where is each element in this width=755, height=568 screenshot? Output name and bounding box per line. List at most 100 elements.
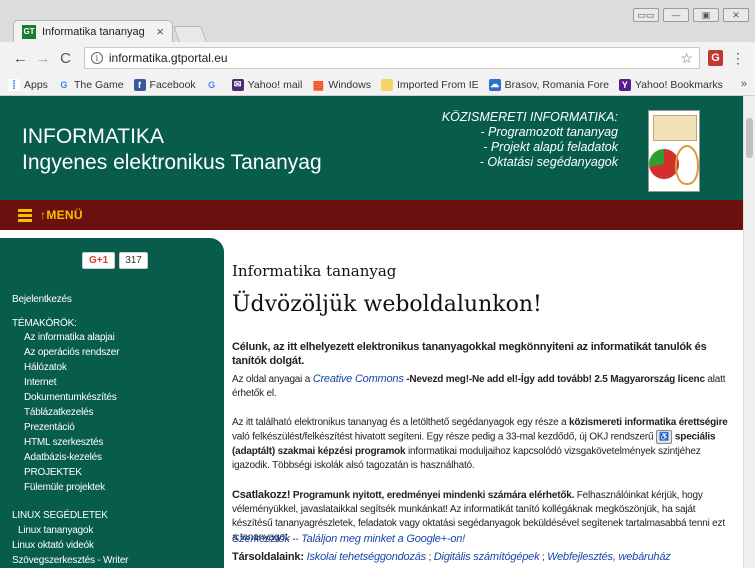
bookmark-label: Yahoo! mail (247, 78, 303, 91)
bookmark-label: Brasov, Romania Fore (504, 78, 609, 91)
separator: ; (539, 552, 548, 563)
yahoo-icon: Y (618, 78, 631, 91)
bookmark-imported-from-ie[interactable]: Imported From IE (380, 78, 479, 91)
browser-toolbar: ← → C i informatika.gtportal.eu ☆ G ⋮ (0, 42, 755, 74)
browser-tab-active[interactable]: GT Informatika tananyag × (13, 20, 173, 42)
bookmark-star-icon[interactable]: ☆ (680, 50, 693, 67)
folder-icon (380, 78, 393, 91)
promo-line: - Oktatási segédanyagok (479, 155, 618, 169)
sidebar: G+1 317 Bejelentkezés TÉMAKÖRÖK: Az info… (0, 238, 224, 568)
description-text: való felkészülést/felkészítést hivatott … (232, 431, 656, 443)
google-plus-count: 317 (119, 252, 148, 269)
bookmark-apps[interactable]: ⁞ Apps (8, 78, 48, 92)
page-scrollbar[interactable] (743, 96, 755, 568)
social-buttons: G+1 317 (82, 252, 148, 269)
sidebar-item-halozatok[interactable]: Hálózatok (24, 362, 67, 373)
address-bar[interactable]: i informatika.gtportal.eu ☆ (83, 47, 700, 69)
sidebar-item-tablazatkezeles[interactable]: Táblázatkezelés (24, 407, 93, 418)
bookmark-the-game[interactable]: G The Game (58, 79, 123, 91)
window-switch-icon[interactable]: ▭▭ (633, 8, 659, 22)
bookmark-yahoo-bookmarks[interactable]: Y Yahoo! Bookmarks (618, 78, 723, 91)
sidebar-item-fulemule-projektek[interactable]: Fülemüle projektek (24, 482, 105, 493)
partner-link[interactable]: Digitális számítógépek (434, 551, 540, 563)
goal-text: Célunk, az itt elhelyezett elektronikus … (232, 341, 707, 367)
info-icon[interactable]: i (90, 52, 103, 64)
license-text: Az oldal anyagai a (232, 374, 313, 385)
license-paragraph: Az oldal anyagai a Creative Commons -Nev… (232, 372, 732, 401)
sidebar-item-informatika-alapjai[interactable]: Az informatika alapjai (24, 332, 115, 343)
description-paragraph: Az itt található elektronikus tananyag é… (232, 416, 732, 473)
close-window-button[interactable]: ✕ (723, 8, 749, 22)
bookmark-brasov-weather[interactable]: ☁ Brasov, Romania Fore (488, 78, 609, 91)
sidebar-item-adatbazis-kezeles[interactable]: Adatbázis-kezelés (24, 452, 102, 463)
license-name: -Nevezd meg!-Ne add el!-Így add tovább! … (403, 374, 705, 385)
url-text[interactable]: informatika.gtportal.eu (109, 51, 681, 65)
site-logo[interactable] (648, 110, 700, 192)
partner-link[interactable]: Iskolai tehetséggondozás (307, 551, 427, 563)
sidebar-item-linux-videok[interactable]: Linux oktató videók (12, 540, 94, 551)
google-plus-one-button[interactable]: G+1 (82, 252, 116, 269)
site-subtitle: Ingyenes elektronikus Tananyag (22, 151, 322, 174)
partners-label: Társoldalaink: (232, 551, 307, 563)
promo-heading: KÖZISMERETI INFORMATIKA: (441, 110, 618, 124)
bookmarks-overflow-chevron-icon[interactable]: » (741, 78, 747, 90)
description-text: Az itt található elektronikus tananyag é… (232, 417, 570, 428)
sidebar-item-projektek[interactable]: PROJEKTEK (24, 467, 82, 478)
google-g-icon: G (60, 79, 68, 90)
partner-link[interactable]: Webfejlesztés, webáruház (547, 551, 671, 563)
join-heading: Csatlakozz! (232, 489, 291, 501)
links-line: Szerkesztők -- Találjon meg minket a Goo… (232, 532, 732, 547)
maximize-button[interactable]: ▣ (693, 8, 719, 22)
editors-link[interactable]: Szerkesztők (232, 533, 290, 545)
sidebar-item-dokumentumkeszites[interactable]: Dokumentumkészítés (24, 392, 117, 403)
menu-button[interactable]: ↑MENÜ (40, 208, 83, 222)
tab-title: Informatika tananyag (42, 25, 145, 38)
extension-icon[interactable]: G (707, 50, 723, 66)
site-favicon-icon: GT (22, 24, 36, 39)
logo-face-icon (675, 145, 699, 185)
sidebar-item-html-szerkesztes[interactable]: HTML szerkesztés (24, 437, 103, 448)
new-tab-button[interactable] (173, 26, 207, 42)
sidebar-item-writer[interactable]: Szövegszerkesztés - Writer (12, 555, 129, 566)
bookmarks-bar: ⁞ Apps G The Game f Facebook G ✉ Yahoo! … (0, 74, 755, 96)
separator: ; (425, 552, 434, 563)
welcome-heading: Üdvözöljük weboldalunkon! (232, 292, 542, 317)
bookmark-windows[interactable]: ▦ Windows (312, 77, 371, 92)
bookmark-facebook[interactable]: f Facebook (133, 78, 196, 91)
bookmark-yahoo-mail[interactable]: ✉ Yahoo! mail (231, 78, 303, 91)
weather-icon: ☁ (488, 78, 501, 91)
bookmark-label: Windows (328, 78, 371, 91)
tab-close-icon[interactable]: × (156, 24, 164, 39)
bookmark-label: Yahoo! Bookmarks (634, 78, 723, 91)
google-plus-link[interactable]: Találjon meg minket a Google+-on! (301, 533, 465, 545)
forward-arrow-icon[interactable]: → (33, 50, 54, 67)
promo-line: - Programozott tananyag (480, 125, 618, 139)
site-title[interactable]: INFORMATIKA (22, 124, 164, 149)
site-header: INFORMATIKA Ingyenes elektronikus Tanany… (0, 96, 743, 200)
windows-icon: ▦ (312, 77, 325, 92)
facebook-icon: f (133, 78, 146, 91)
mail-icon: ✉ (231, 78, 244, 91)
description-bold: közismereti informatika érettségire (569, 417, 728, 428)
header-promo: KÖZISMERETI INFORMATIKA: - Programozott … (408, 110, 618, 170)
hamburger-icon[interactable] (18, 209, 32, 222)
minimize-button[interactable]: — (663, 8, 689, 22)
login-link[interactable]: Bejelentkezés (12, 294, 72, 305)
sidebar-item-internet[interactable]: Internet (24, 377, 57, 388)
reload-icon[interactable]: C (55, 50, 76, 67)
bookmark-google[interactable]: G (206, 79, 222, 91)
join-bold: Programunk nyitott, eredményei mindenki … (290, 490, 575, 501)
sidebar-item-operacios-rendszer[interactable]: Az operációs rendszer (24, 347, 119, 358)
main-menu-bar: ↑MENÜ (0, 200, 743, 230)
partners-line: Társoldalaink: Iskolai tehetséggondozás … (232, 550, 732, 565)
sidebar-item-linux-tananyagok[interactable]: Linux tananyagok (18, 525, 93, 536)
sidebar-item-prezentacio[interactable]: Prezentáció (24, 422, 75, 433)
main-content: Informatika tananyag Üdvözöljük weboldal… (232, 238, 743, 568)
content-title: Informatika tananyag (232, 262, 397, 280)
scrollbar-thumb[interactable] (746, 118, 753, 158)
topics-heading: TÉMAKÖRÖK: (12, 318, 77, 329)
accessibility-icon: ♿ (655, 430, 672, 444)
creative-commons-link[interactable]: Creative Commons (313, 373, 404, 385)
browser-menu-icon[interactable]: ⋮ (731, 50, 745, 67)
back-arrow-icon[interactable]: ← (10, 50, 31, 67)
